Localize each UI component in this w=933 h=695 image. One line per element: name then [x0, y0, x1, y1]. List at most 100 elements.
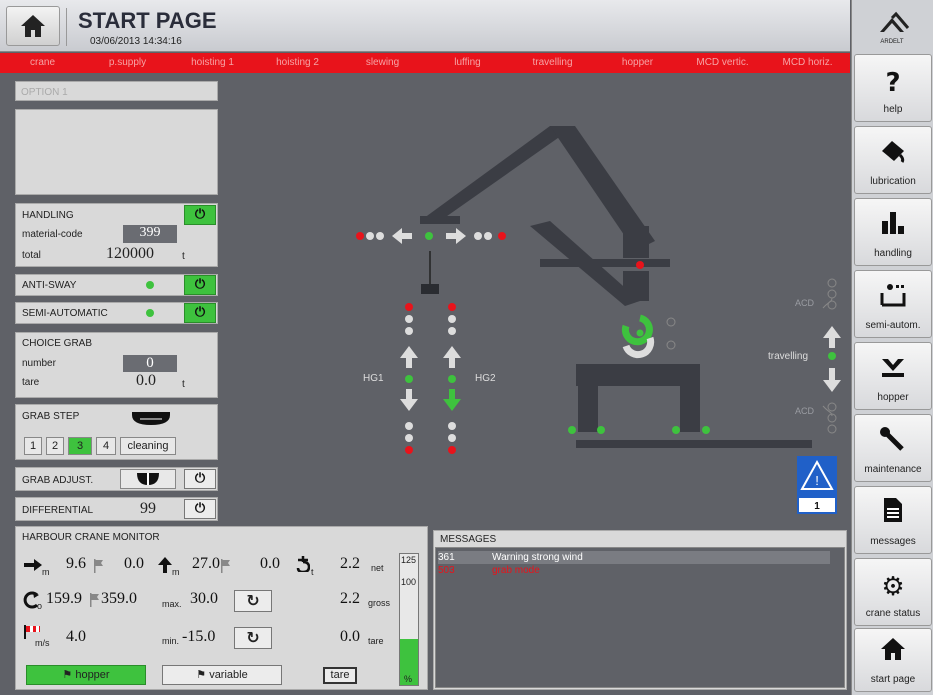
hg2-indicator — [448, 375, 456, 383]
semi-autom-button[interactable]: semi-autom. — [854, 270, 932, 338]
handling-button[interactable]: handling — [854, 198, 932, 266]
grab-step-1-button[interactable]: 1 — [24, 437, 42, 455]
hopper-button[interactable]: hopper — [854, 342, 932, 410]
luff-out-arrow — [446, 228, 466, 244]
handling-power-button[interactable]: ⏻ — [184, 205, 216, 225]
crane-portal-leg-left — [578, 382, 598, 432]
hopper-icon — [878, 353, 908, 386]
tab-hoisting-2[interactable]: hoisting 2 — [255, 53, 340, 73]
max-reset-button[interactable]: ↻ — [234, 590, 272, 612]
hg1-indicator — [405, 375, 413, 383]
hopper-mode-button[interactable]: ⚑ hopper — [26, 665, 146, 685]
message-row[interactable]: 503 grab mode — [438, 564, 830, 577]
grab-step-2-button[interactable]: 2 — [46, 437, 64, 455]
message-text: grab mode — [492, 565, 540, 576]
tab-travelling[interactable]: travelling — [510, 53, 595, 73]
document-icon — [881, 497, 905, 530]
message-row[interactable]: 361 Warning strong wind — [438, 551, 830, 564]
net-label: net — [371, 563, 384, 573]
hg1-up-arrow — [400, 346, 418, 368]
grab-step-3-button[interactable]: 3 — [68, 437, 92, 455]
height-value: 27.0 — [192, 555, 220, 572]
grab-adjust-label: GRAB ADJUST. — [22, 475, 94, 486]
help-icon: ? — [885, 68, 901, 98]
gauge-percent-label: % — [404, 674, 413, 684]
differential-value: 99 — [140, 500, 156, 517]
grab-adjust-toggle[interactable] — [120, 469, 176, 489]
reset-icon: ↻ — [246, 628, 260, 647]
semi-automatic-power-button[interactable]: ⏻ — [184, 303, 216, 323]
slew-value: 159.9 — [46, 590, 82, 607]
total-unit: t — [182, 251, 185, 262]
gear-info-icon: ⚙ — [881, 572, 905, 602]
hg1-down-arrow — [400, 389, 418, 411]
tab-mcd-vertical[interactable]: MCD vertic. — [680, 53, 765, 73]
differential-power-button[interactable]: ⏻ — [184, 499, 216, 519]
start-page-button[interactable]: start page — [854, 628, 932, 692]
anti-sway-panel: ANTI-SWAY ⏻ — [15, 274, 218, 296]
anti-sway-power-button[interactable]: ⏻ — [184, 275, 216, 295]
handling-panel: HANDLING ⏻ material-code 399 total 12000… — [15, 203, 218, 267]
tab-hopper[interactable]: hopper — [595, 53, 680, 73]
travelling-indicator — [828, 352, 836, 360]
variable-mode-button[interactable]: ⚑ variable — [162, 665, 282, 685]
wind-unit: m/s — [35, 638, 50, 648]
travel-forward-arrow — [823, 326, 841, 348]
messages-list[interactable]: 361 Warning strong wind 503 grab mode — [435, 547, 845, 688]
total-value: 120000 — [106, 245, 154, 262]
grab-open-icon — [132, 412, 170, 425]
tab-power-supply[interactable]: p.supply — [85, 53, 170, 73]
choice-grab-title: CHOICE GRAB — [22, 338, 93, 349]
handling-title: HANDLING — [22, 210, 74, 221]
total-label: total — [22, 250, 41, 261]
grab-adjust-power-button[interactable]: ⏻ — [184, 469, 216, 489]
reset-icon: ↻ — [246, 591, 260, 610]
set-flag-icon — [94, 559, 103, 573]
semi-automatic-indicator — [146, 309, 154, 317]
tab-hoisting-1[interactable]: hoisting 1 — [170, 53, 255, 73]
load-net-value: 2.2 — [340, 555, 360, 572]
grab-step-4-button[interactable]: 4 — [96, 437, 116, 455]
gauge-100-label: 100 — [401, 577, 417, 587]
semi-auto-icon — [878, 281, 908, 314]
help-button[interactable]: ? help — [854, 54, 932, 122]
grab-step-panel: GRAB STEP 1 2 3 4 cleaning — [15, 404, 218, 460]
crane-status-button[interactable]: ⚙ crane status — [854, 558, 932, 626]
brand-name: ARDELT — [880, 39, 904, 45]
material-code-value: 399 — [123, 225, 177, 243]
slewing-indicator — [636, 329, 644, 337]
slew-set-value: 359.0 — [101, 590, 137, 607]
header-bar: START PAGE 03/06/2013 14:34:16 — [0, 0, 850, 52]
tare-button[interactable]: tare — [323, 667, 357, 684]
home-button[interactable] — [6, 6, 60, 46]
min-value: -15.0 — [182, 628, 216, 645]
grab-number-value[interactable]: 0 — [123, 355, 177, 372]
brand-logo: ARDELT — [866, 10, 918, 45]
load-tare-value: 0.0 — [340, 628, 360, 645]
option-1-field[interactable]: OPTION 1 — [15, 81, 218, 101]
lubrication-label: lubrication — [870, 176, 916, 187]
lubrication-button[interactable]: lubrication — [854, 126, 932, 194]
crane-hook — [421, 284, 439, 294]
outreach-unit: m — [42, 567, 50, 577]
travelling-label: travelling — [768, 351, 809, 362]
crane-tower — [623, 271, 649, 301]
hg2-down-arrow — [443, 389, 461, 411]
tab-mcd-horizontal[interactable]: MCD horiz. — [765, 53, 850, 73]
messages-label: messages — [870, 536, 916, 547]
tab-slewing[interactable]: slewing — [340, 53, 425, 73]
tab-bar: crane p.supply hoisting 1 hoisting 2 sle… — [0, 53, 850, 73]
min-reset-button[interactable]: ↻ — [234, 627, 272, 649]
luffing-indicator — [425, 232, 433, 240]
hg2-label: HG2 — [475, 373, 496, 384]
messages-button[interactable]: messages — [854, 486, 932, 554]
tab-luffing[interactable]: luffing — [425, 53, 510, 73]
grab-tare-label: tare — [22, 377, 40, 388]
grab-step-cleaning-button[interactable]: cleaning — [120, 437, 176, 455]
home-icon — [880, 637, 906, 668]
option-1-label: OPTION 1 — [21, 87, 68, 98]
crane-counter-arm — [540, 259, 670, 267]
tab-crane[interactable]: crane — [0, 53, 85, 73]
maintenance-button[interactable]: maintenance — [854, 414, 932, 482]
gross-label: gross — [368, 598, 391, 608]
